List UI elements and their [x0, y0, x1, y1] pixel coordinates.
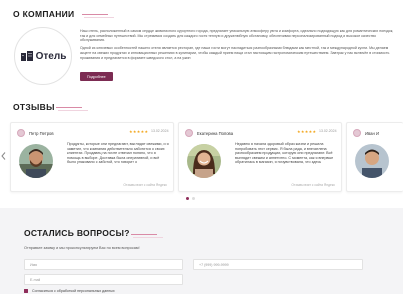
hotel-logo: Отель — [14, 27, 72, 85]
about-section-title: О КОМПАНИИ — [13, 9, 75, 19]
carousel-dot[interactable] — [192, 197, 195, 200]
review-header: Иван И — [353, 129, 379, 137]
checkbox[interactable] — [24, 289, 28, 293]
reviewer-name: Иван И — [365, 130, 380, 136]
avatar — [353, 129, 361, 137]
more-button[interactable]: Подробнее — [80, 72, 113, 81]
review-text: Продукты, которые они предлагают, выгляд… — [67, 142, 169, 164]
email-input[interactable]: E-mail — [24, 274, 183, 285]
review-header: Петр Петров — [17, 129, 54, 137]
reviewer-name: Петр Петров — [29, 130, 54, 136]
carousel-dot[interactable] — [186, 197, 189, 200]
hotel-building-icon — [20, 51, 33, 61]
avatar — [17, 129, 25, 137]
chevron-left-icon[interactable] — [0, 149, 7, 163]
title-decoration — [56, 107, 82, 108]
avatar — [185, 129, 193, 137]
review-source: Отзывы взят с сайта Яндекс — [123, 183, 167, 187]
reviews-section-title: ОТЗЫВЫ — [13, 102, 55, 112]
title-decoration — [58, 110, 88, 111]
consent-label: Согласиться с обработкой персональных да… — [32, 289, 115, 293]
carousel-pagination — [186, 197, 195, 200]
review-card: Петр Петров ★★★★★ 13.02.2024 Продукты, к… — [10, 122, 174, 192]
about-paragraph: Одной из ключевых особенностей нашего от… — [80, 46, 390, 60]
questions-section-title: ОСТАЛИСЬ ВОПРОСЫ? — [24, 228, 130, 238]
about-paragraph: Наш отель, расположенный в самом сердце … — [80, 29, 394, 43]
reviewer-name: Екатерина Попова — [197, 130, 234, 136]
reviewer-photo — [355, 144, 389, 178]
reviewer-photo — [187, 144, 221, 178]
title-decoration — [82, 14, 108, 15]
review-card: Екатерина Попова ★★★★★ 13.02.2024 Недавн… — [178, 122, 342, 192]
title-decoration — [84, 17, 114, 18]
name-input[interactable]: Имя — [24, 259, 183, 270]
logo-text: Отель — [35, 50, 67, 62]
review-date: 13.02.2024 — [319, 129, 337, 133]
review-header: Екатерина Попова — [185, 129, 233, 137]
form-subtitle: Отправьте заявку и мы проконсультируем В… — [24, 246, 140, 250]
phone-input[interactable]: +7 (999) 999-9999 — [193, 259, 363, 270]
review-date: 13.02.2024 — [151, 129, 169, 133]
review-text: Недавно я начала здоровый образ жизни и … — [235, 142, 334, 164]
review-source: Отзывы взят с сайта Яндекс — [291, 183, 335, 187]
about-description: Наш отель, расположенный в самом сердце … — [80, 29, 394, 63]
title-decoration — [131, 234, 157, 235]
review-card: Иван И — [346, 122, 403, 192]
reviewer-photo — [19, 144, 53, 178]
consent-checkbox-row[interactable]: Согласиться с обработкой персональных да… — [24, 289, 115, 293]
title-decoration — [133, 237, 163, 238]
rating-stars: ★★★★★ — [297, 129, 317, 134]
rating-stars: ★★★★★ — [129, 129, 149, 134]
